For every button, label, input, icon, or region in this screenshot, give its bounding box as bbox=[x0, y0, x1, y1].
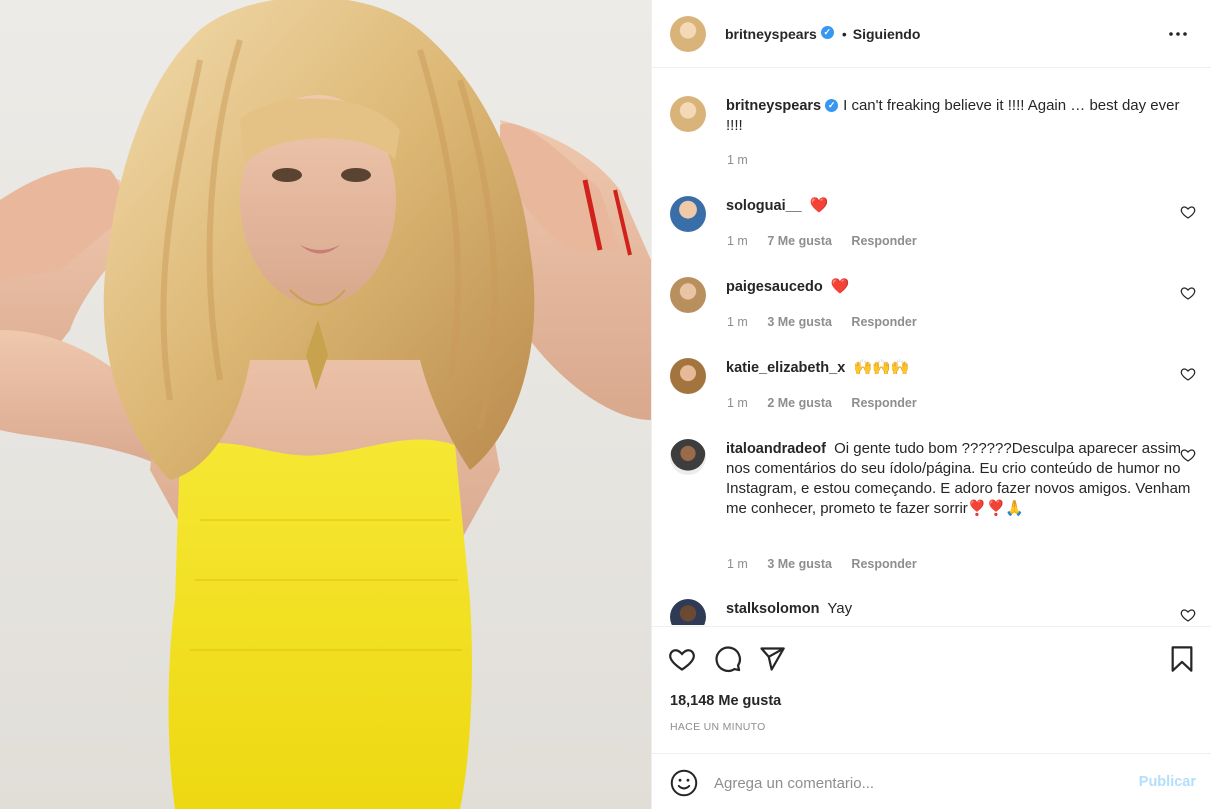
comment-like-heart-icon[interactable] bbox=[1180, 447, 1196, 463]
reply-button[interactable]: Responder bbox=[851, 396, 916, 410]
heart-outline-icon[interactable] bbox=[668, 645, 696, 673]
comment-item: paigesaucedo ❤️ 1 m 3 Me gusta Responder bbox=[670, 277, 1196, 337]
post-image bbox=[0, 0, 651, 809]
comment-text: katie_elizabeth_x 🙌🙌🙌 bbox=[726, 358, 1200, 378]
person-avatar-icon[interactable] bbox=[670, 277, 706, 313]
comment-time[interactable]: 1 m bbox=[727, 234, 748, 248]
comment-username[interactable]: katie_elizabeth_x bbox=[726, 360, 845, 376]
author-avatar[interactable] bbox=[670, 96, 706, 132]
person-avatar-icon[interactable] bbox=[670, 196, 706, 232]
likes-count[interactable]: 18,148 Me gusta bbox=[670, 693, 781, 709]
bookmark-icon[interactable] bbox=[1168, 645, 1196, 673]
post-actions: 18,148 Me gusta HACE UN MINUTO bbox=[652, 626, 1211, 754]
comment-time[interactable]: 1 m bbox=[727, 557, 748, 571]
comment-text: paigesaucedo ❤️ bbox=[726, 277, 1200, 297]
comment-bubble-icon[interactable] bbox=[714, 645, 742, 673]
header-separator: • bbox=[841, 25, 847, 42]
verified-badge-icon: ✓ bbox=[825, 98, 839, 112]
comment-like-heart-icon[interactable] bbox=[1180, 204, 1196, 220]
post-side-panel: britneyspears ✓ • Siguiendo britneyspear… bbox=[651, 0, 1211, 809]
smiley-icon[interactable] bbox=[670, 769, 698, 797]
reply-button[interactable]: Responder bbox=[851, 234, 916, 248]
post-timestamp[interactable]: HACE UN MINUTO bbox=[670, 721, 766, 733]
comment-likes[interactable]: 2 Me gusta bbox=[767, 396, 832, 410]
verified-badge-icon: ✓ bbox=[820, 26, 834, 39]
comment-text: italoandradeof Oi gente tudo bom ??????D… bbox=[726, 439, 1200, 519]
comment-input[interactable] bbox=[714, 769, 1114, 797]
comment-meta: 1 m 3 Me gusta Responder bbox=[727, 315, 933, 329]
caption-username[interactable]: britneyspears bbox=[726, 98, 821, 114]
person-avatar-icon[interactable] bbox=[670, 439, 706, 475]
comment-likes[interactable]: 3 Me gusta bbox=[767, 557, 832, 571]
comment-username[interactable]: stalksolomon bbox=[726, 601, 819, 617]
caption-time[interactable]: 1 m bbox=[727, 153, 748, 167]
more-options-icon[interactable] bbox=[1166, 22, 1190, 46]
comment-username[interactable]: paigesaucedo bbox=[726, 279, 823, 295]
comment-meta: 1 m 3 Me gusta Responder bbox=[727, 557, 933, 571]
reply-button[interactable]: Responder bbox=[851, 315, 916, 329]
paper-plane-icon[interactable] bbox=[758, 645, 786, 673]
comment-text: stalksolomon Yay bbox=[726, 599, 1200, 619]
comment-body: ❤️ bbox=[809, 197, 829, 214]
comment-item: sologuai__ ❤️ 1 m 7 Me gusta Responder bbox=[670, 196, 1196, 256]
comment-likes[interactable]: 7 Me gusta bbox=[767, 234, 832, 248]
person-avatar-icon[interactable] bbox=[670, 358, 706, 394]
comment-username[interactable]: italoandradeof bbox=[726, 441, 826, 457]
comment-likes[interactable]: 3 Me gusta bbox=[767, 315, 832, 329]
comment-like-heart-icon[interactable] bbox=[1180, 285, 1196, 301]
publish-button[interactable]: Publicar bbox=[1139, 774, 1196, 790]
post-photo[interactable] bbox=[0, 0, 651, 809]
following-button[interactable]: Siguiendo bbox=[853, 26, 921, 42]
comment-body: 🙌🙌🙌 bbox=[853, 359, 910, 376]
author-avatar[interactable] bbox=[670, 15, 706, 52]
comment-username[interactable]: sologuai__ bbox=[726, 198, 802, 214]
comment-time[interactable]: 1 m bbox=[727, 315, 748, 329]
author-username[interactable]: britneyspears bbox=[725, 26, 817, 42]
comment-time[interactable]: 1 m bbox=[727, 396, 748, 410]
comment-like-heart-icon[interactable] bbox=[1180, 607, 1196, 623]
comment-item: stalksolomon Yay bbox=[670, 599, 1196, 625]
reply-button[interactable]: Responder bbox=[851, 557, 916, 571]
comment-item: katie_elizabeth_x 🙌🙌🙌 1 m 2 Me gusta Res… bbox=[670, 358, 1196, 418]
caption-text: britneyspears ✓ I can't freaking believe i… bbox=[726, 96, 1200, 136]
comment-body: Yay bbox=[827, 600, 853, 617]
comment-composer: Publicar bbox=[652, 755, 1211, 809]
post-header: britneyspears ✓ • Siguiendo bbox=[652, 0, 1211, 68]
comments-list[interactable]: britneyspears ✓ I can't freaking believe i… bbox=[652, 69, 1211, 625]
comment-item: italoandradeof Oi gente tudo bom ??????D… bbox=[670, 439, 1196, 579]
caption-entry: britneyspears ✓ I can't freaking believe i… bbox=[670, 96, 1194, 176]
comment-meta: 1 m 2 Me gusta Responder bbox=[727, 396, 933, 410]
instagram-post-modal: britneyspears ✓ • Siguiendo britneyspear… bbox=[0, 0, 1211, 809]
comment-body: ❤️ bbox=[830, 278, 850, 295]
comment-like-heart-icon[interactable] bbox=[1180, 366, 1196, 382]
comment-meta: 1 m 7 Me gusta Responder bbox=[727, 234, 933, 248]
caption-meta: 1 m bbox=[727, 153, 764, 167]
person-avatar-icon[interactable] bbox=[670, 599, 706, 625]
comment-text: sologuai__ ❤️ bbox=[726, 196, 1200, 216]
